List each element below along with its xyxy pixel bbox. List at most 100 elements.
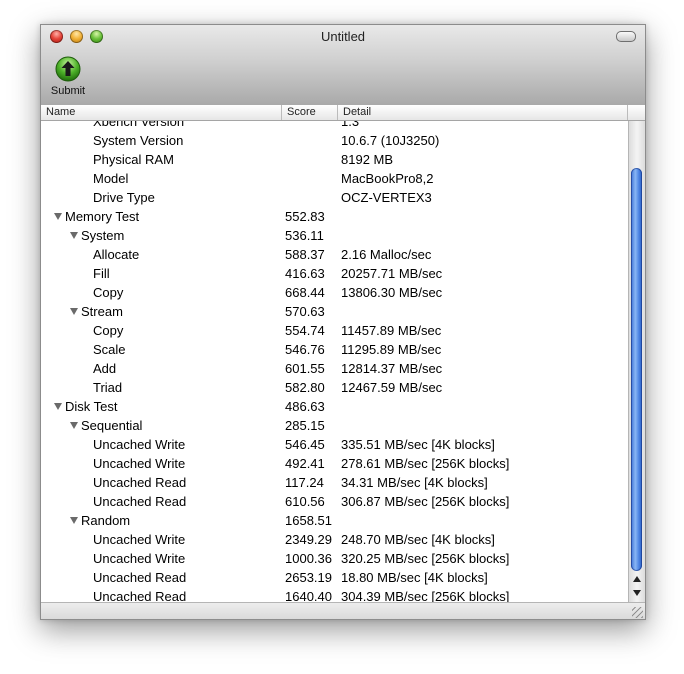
outline-row[interactable]: Copy 668.44 13806.30 MB/sec (41, 283, 628, 302)
disclosure-triangle-icon[interactable] (70, 232, 78, 239)
column-header-score[interactable]: Score (282, 105, 338, 120)
toolbar-toggle-button[interactable] (616, 31, 636, 42)
outline-row[interactable]: Scale 546.76 11295.89 MB/sec (41, 340, 628, 359)
outline-row[interactable]: Uncached Read 117.24 34.31 MB/sec [4K bloc… (41, 473, 628, 492)
row-name: Uncached Read (93, 475, 187, 490)
outline-row[interactable]: Uncached Read 1640.40 304.39 MB/sec [256K … (41, 587, 628, 602)
outline-group-row[interactable]: Disk Test 486.63 (41, 397, 628, 416)
outline-row[interactable]: Xbench Version 1.3 (41, 121, 628, 131)
row-score: 536.11 (285, 228, 324, 243)
row-score (285, 188, 337, 207)
outline-row[interactable]: Uncached Read 2653.19 18.80 MB/sec [4K blo… (41, 568, 628, 587)
disclosure-triangle-icon[interactable] (70, 422, 78, 429)
row-name: Fill (93, 266, 110, 281)
column-header-name[interactable]: Name (41, 105, 282, 120)
row-name-cell: Scale (41, 340, 281, 359)
outline-row[interactable]: Uncached Write 1000.36 320.25 MB/sec [256K… (41, 549, 628, 568)
row-score: 554.74 (285, 323, 325, 338)
main-window: Untitled Submit Name Score Detail Xbench… (40, 24, 646, 620)
row-name: Uncached Write (93, 456, 186, 471)
disclosure-triangle-icon[interactable] (54, 213, 62, 220)
outline-group-row[interactable]: Sequential 285.15 (41, 416, 628, 435)
row-name-cell: Uncached Read (41, 568, 281, 587)
row-detail (341, 226, 628, 245)
row-name-cell: Uncached Read (41, 587, 281, 602)
row-name: Uncached Read (93, 589, 187, 602)
row-name: Copy (93, 285, 124, 300)
disclosure-triangle-icon[interactable] (54, 403, 62, 410)
row-name-cell: Uncached Read (41, 473, 281, 492)
outline-row[interactable]: Uncached Write 2349.29 248.70 MB/sec [4K b… (41, 530, 628, 549)
row-detail (341, 511, 628, 530)
row-score: 570.63 (285, 304, 325, 319)
outline-group-row[interactable]: Random 1658.51 (41, 511, 628, 530)
outline-row[interactable]: Add 601.55 12814.37 MB/sec (41, 359, 628, 378)
resize-grip-icon[interactable] (632, 607, 643, 618)
outline-row[interactable]: Uncached Write 546.45 335.51 MB/sec [4K bl… (41, 435, 628, 454)
row-score: 117.24 (285, 475, 324, 490)
window-title: Untitled (320, 29, 366, 44)
row-name-cell: Copy (41, 321, 281, 340)
column-header: Name Score Detail (41, 105, 645, 121)
row-score: 546.76 (285, 342, 325, 357)
scrollbar-thumb[interactable] (631, 168, 642, 571)
row-name: System (81, 228, 125, 243)
row-score: 1640.40 (285, 589, 332, 602)
row-name: Uncached Write (93, 551, 186, 566)
row-name: Triad (93, 380, 123, 395)
outline-group-row[interactable]: Stream 570.63 (41, 302, 628, 321)
row-detail (341, 207, 628, 226)
row-detail: 34.31 MB/sec [4K blocks] (341, 475, 488, 490)
row-name: Model (93, 171, 129, 186)
row-name-cell: Add (41, 359, 281, 378)
row-score: 601.55 (285, 361, 325, 376)
submit-button[interactable]: Submit (49, 56, 87, 97)
outline-row[interactable]: Allocate 588.37 2.16 Malloc/sec (41, 245, 628, 264)
scroll-up-arrow-icon[interactable] (633, 576, 641, 582)
row-name-cell: Sequential (41, 416, 281, 435)
outline-group-row[interactable]: System 536.11 (41, 226, 628, 245)
row-name-cell: Physical RAM (41, 150, 281, 169)
row-detail: 10.6.7 (10J3250) (341, 133, 440, 148)
row-name: System Version (93, 133, 184, 148)
outline-row[interactable]: Model MacBookPro8,2 (41, 169, 628, 188)
row-detail: 2.16 Malloc/sec (341, 247, 432, 262)
disclosure-triangle-icon[interactable] (70, 517, 78, 524)
row-score (285, 150, 337, 169)
row-name-cell: Fill (41, 264, 281, 283)
outline-row[interactable]: Uncached Write 492.41 278.61 MB/sec [256K … (41, 454, 628, 473)
status-bar (41, 602, 645, 619)
outline-row[interactable]: Fill 416.63 20257.71 MB/sec (41, 264, 628, 283)
column-header-detail[interactable]: Detail (338, 105, 628, 120)
row-name-cell: Uncached Write (41, 454, 281, 473)
row-score: 610.56 (285, 494, 325, 509)
disclosure-triangle-icon[interactable] (70, 308, 78, 315)
row-name: Allocate (93, 247, 140, 262)
outline-row[interactable]: Uncached Read 610.56 306.87 MB/sec [256K b… (41, 492, 628, 511)
row-score: 492.41 (285, 456, 325, 471)
row-score (285, 121, 337, 131)
row-name: Scale (93, 342, 126, 357)
row-detail: 12814.37 MB/sec (341, 361, 443, 376)
outline-row[interactable]: Copy 554.74 11457.89 MB/sec (41, 321, 628, 340)
vertical-scrollbar[interactable] (628, 121, 645, 602)
outline-row[interactable]: System Version 10.6.7 (10J3250) (41, 131, 628, 150)
row-score: 1658.51 (285, 513, 332, 528)
outline-row[interactable]: Drive Type OCZ-VERTEX3 (41, 188, 628, 207)
scroll-down-arrow-icon[interactable] (633, 590, 641, 596)
row-score: 552.83 (285, 209, 325, 224)
row-detail: 304.39 MB/sec [256K blocks] (341, 589, 510, 602)
row-name: Random (81, 513, 131, 528)
row-detail (341, 416, 628, 435)
row-score: 2653.19 (285, 570, 332, 585)
outline-row[interactable]: Physical RAM 8192 MB (41, 150, 628, 169)
row-name: Sequential (81, 418, 143, 433)
outline-row[interactable]: Triad 582.80 12467.59 MB/sec (41, 378, 628, 397)
row-name: Uncached Read (93, 570, 187, 585)
row-detail: 20257.71 MB/sec (341, 266, 443, 281)
upload-arrow-icon (55, 56, 81, 82)
outline-group-row[interactable]: Memory Test 552.83 (41, 207, 628, 226)
row-score (285, 131, 337, 150)
row-name-cell: Memory Test (41, 207, 281, 226)
row-detail: 248.70 MB/sec [4K blocks] (341, 532, 495, 547)
